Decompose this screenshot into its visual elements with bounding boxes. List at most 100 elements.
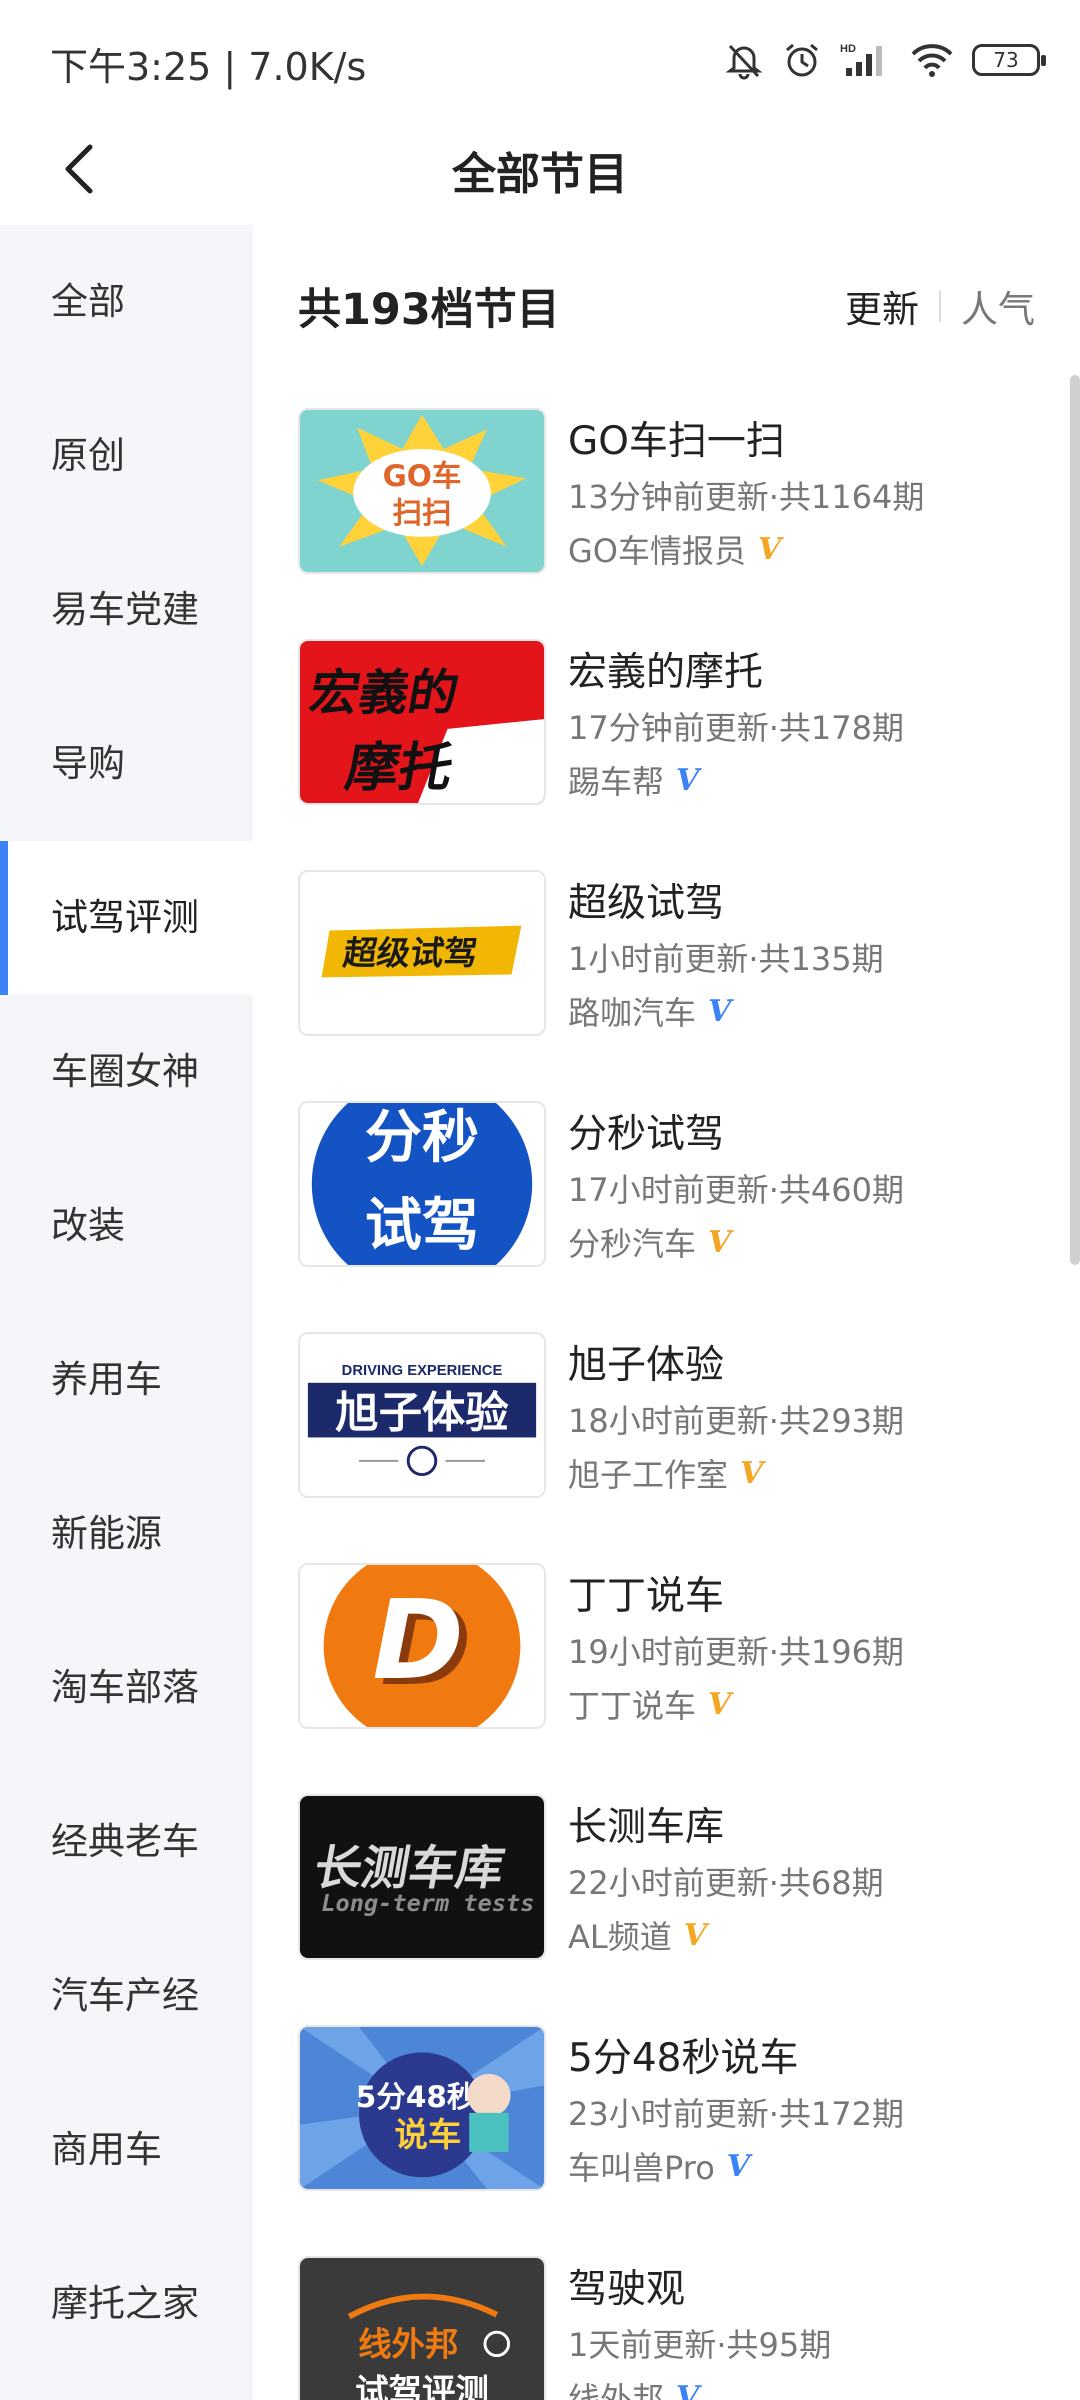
sidebar-item-label: 摩托之家 [51, 2282, 199, 2325]
program-card[interactable]: D D 丁丁说车 19小时前更新·共196期 丁丁说车 V [298, 1563, 1058, 1733]
sort-by-popularity-button[interactable]: 人气 [961, 279, 1035, 333]
sidebar-item-label: 车圈女神 [51, 1050, 199, 1093]
author-name: 车叫兽Pro [568, 2149, 715, 2187]
program-author: GO车情报员 V [568, 526, 781, 572]
program-card[interactable]: 超级试驾 超级试驾 1小时前更新·共135期 路咖汽车 V [298, 870, 1058, 1040]
sidebar-item-new-energy[interactable]: 新能源 [0, 1457, 253, 1611]
program-thumbnail: 5分48秒 说车 [298, 2025, 546, 2191]
svg-text:宏義的: 宏義的 [305, 664, 463, 721]
author-name: 丁丁说车 [568, 1687, 697, 1725]
sidebar-item-buying-guide[interactable]: 导购 [0, 687, 253, 841]
sidebar-item-tribe[interactable]: 淘车部落 [0, 1611, 253, 1765]
svg-text:试驾: 试驾 [365, 1193, 479, 1259]
program-author: 旭子工作室 V [568, 1450, 763, 1496]
svg-text:GO车: GO车 [383, 459, 462, 493]
sidebar-item-original[interactable]: 原创 [0, 379, 253, 533]
program-card[interactable]: 分秒 试驾 分秒试驾 17小时前更新·共460期 分秒汽车 V [298, 1101, 1058, 1271]
svg-text:5分48秒: 5分48秒 [356, 2080, 477, 2114]
program-meta: 1小时前更新·共135期 [568, 940, 884, 978]
program-title: 旭子体验 [568, 1343, 725, 1388]
program-meta: 18小时前更新·共293期 [568, 1402, 904, 1440]
sort-divider [939, 290, 941, 322]
sidebar-item-label: 易车党建 [51, 588, 199, 631]
program-meta: 13分钟前更新·共1164期 [568, 478, 925, 516]
status-bar: 下午3:25 | 7.0K/s HD 73 [0, 0, 1080, 120]
program-author: 车叫兽Pro V [568, 2143, 750, 2189]
sidebar-item-label: 试驾评测 [51, 896, 199, 939]
program-count: 共193档节目 [298, 285, 560, 335]
sidebar-item-party-building[interactable]: 易车党建 [0, 533, 253, 687]
program-card[interactable]: 5分48秒 说车 5分48秒说车 23小时前更新·共172期 车叫兽Pro V [298, 2025, 1058, 2195]
sidebar-item-car-care[interactable]: 养用车 [0, 1303, 253, 1457]
svg-text:摩托: 摩托 [341, 737, 458, 798]
program-title: GO车扫一扫 [568, 419, 785, 464]
svg-text:分秒: 分秒 [365, 1105, 479, 1171]
sidebar-item-all[interactable]: 全部 [0, 225, 253, 379]
program-author: 路咖汽车 V [568, 988, 731, 1034]
svg-text:长测车库: 长测车库 [310, 1841, 509, 1895]
sort-by-update-button[interactable]: 更新 [845, 279, 919, 333]
svg-text:D: D [372, 1577, 463, 1704]
program-author: 丁丁说车 V [568, 1681, 731, 1727]
program-author: 线外邦 V [568, 2374, 699, 2400]
verified-badge-icon: V [740, 1455, 764, 1491]
sidebar-item-label: 原创 [51, 434, 125, 477]
sidebar-item-industry[interactable]: 汽车产经 [0, 1919, 253, 2073]
status-time: 下午3:25 | 7.0K/s [50, 45, 367, 89]
program-card[interactable]: 线外邦 试驾评测 驾驶观 1天前更新·共95期 线外邦 V [298, 2256, 1058, 2400]
scrollbar[interactable] [1070, 375, 1080, 1265]
program-title: 丁丁说车 [568, 1574, 725, 1619]
category-sidebar: 全部 原创 易车党建 导购 试驾评测 车圈女神 改装 养用车 新能源 淘车部落 … [0, 225, 253, 2400]
verified-badge-icon: V [676, 762, 700, 798]
program-thumbnail: D D [298, 1563, 546, 1729]
header: 全部节目 [0, 120, 1080, 225]
sidebar-item-test-drive[interactable]: 试驾评测 [0, 841, 253, 995]
svg-text:HD: HD [840, 43, 856, 55]
sidebar-item-label: 全部 [51, 280, 125, 323]
sidebar-item-label: 经典老车 [51, 1820, 199, 1863]
sidebar-item-goddess[interactable]: 车圈女神 [0, 995, 253, 1149]
mute-bell-icon [724, 40, 764, 80]
program-title: 超级试驾 [568, 881, 725, 926]
program-author: AL频道 V [568, 1912, 707, 1958]
program-thumbnail: 分秒 试驾 [298, 1101, 546, 1267]
svg-text:扫扫: 扫扫 [392, 496, 451, 530]
sidebar-item-label: 改装 [51, 1204, 125, 1247]
svg-text:线外邦: 线外邦 [358, 2325, 458, 2364]
program-card[interactable]: GO车 扫扫 GO车扫一扫 13分钟前更新·共1164期 GO车情报员 V [298, 408, 1058, 578]
sidebar-item-commercial[interactable]: 商用车 [0, 2073, 253, 2227]
sidebar-item-modification[interactable]: 改装 [0, 1149, 253, 1303]
verified-badge-icon: V [708, 1224, 732, 1260]
verified-badge-icon: V [758, 531, 782, 567]
sidebar-item-label: 导购 [51, 742, 125, 785]
program-card[interactable]: DRIVING EXPERIENCE 旭子体验 旭子体验 18小时前更新·共29… [298, 1332, 1058, 1502]
program-thumbnail: DRIVING EXPERIENCE 旭子体验 [298, 1332, 546, 1498]
program-title: 宏義的摩托 [568, 650, 764, 695]
program-title: 分秒试驾 [568, 1112, 725, 1157]
sidebar-item-label: 淘车部落 [51, 1666, 199, 1709]
author-name: 路咖汽车 [568, 994, 697, 1032]
verified-badge-icon: V [683, 1917, 708, 1953]
program-card[interactable]: 宏義的 摩托 宏義的摩托 17分钟前更新·共178期 踢车帮 V [298, 639, 1058, 809]
sidebar-item-motorcycle[interactable]: 摩托之家 [0, 2227, 253, 2381]
sidebar-item-classic-cars[interactable]: 经典老车 [0, 1765, 253, 1919]
program-meta: 17分钟前更新·共178期 [568, 709, 904, 747]
program-author: 踢车帮 V [568, 757, 699, 803]
thumb-caption: Long-term tests [321, 1889, 534, 1917]
author-name: 线外邦 [568, 2380, 665, 2400]
sidebar-item-label: 商用车 [51, 2128, 162, 2171]
svg-text:超级试驾: 超级试驾 [341, 934, 480, 973]
program-card[interactable]: 长测车库 Long-term tests 长测车库 22小时前更新·共68期 A… [298, 1794, 1058, 1964]
program-list-panel: 共193档节目 更新 人气 GO车 扫扫 GO车扫一扫 13分钟前更新·共116… [253, 225, 1080, 2400]
author-name: GO车情报员 [568, 532, 746, 570]
page-title: 全部节目 [452, 149, 628, 200]
wifi-icon [910, 40, 954, 80]
status-icons: HD 73 [724, 36, 1046, 84]
program-meta: 22小时前更新·共68期 [568, 1864, 884, 1902]
author-name: 踢车帮 [568, 763, 665, 801]
active-indicator [0, 841, 8, 995]
verified-badge-icon: V [676, 2379, 700, 2400]
verified-badge-icon: V [708, 1686, 732, 1722]
verified-badge-icon: V [726, 2148, 751, 2184]
program-meta: 1天前更新·共95期 [568, 2326, 832, 2364]
